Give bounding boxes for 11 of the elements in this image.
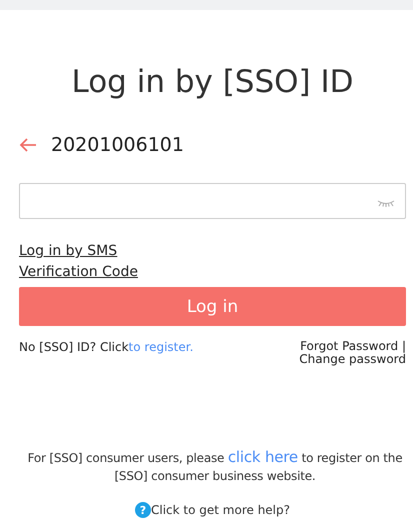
password-field[interactable]	[19, 183, 406, 219]
forgot-password-link[interactable]: Forgot Password |	[300, 340, 406, 353]
closed-eye-icon[interactable]	[377, 198, 395, 206]
help-link[interactable]: Click to get more help?	[151, 503, 290, 517]
consumer-note: For [SSO] consumer users, please click here to register on the [SSO] consumer business website.	[26, 448, 404, 485]
back-arrow-icon[interactable]	[19, 138, 37, 152]
page-title: Log in by [SSO] ID	[70, 63, 355, 102]
account-id: 20201006101	[51, 134, 184, 156]
sms-login-link[interactable]: Log in by SMS Verification Code	[19, 241, 138, 283]
change-password-link[interactable]: Change password	[299, 353, 406, 366]
register-prompt: No [SSO] ID? Clickto register.	[19, 340, 194, 356]
